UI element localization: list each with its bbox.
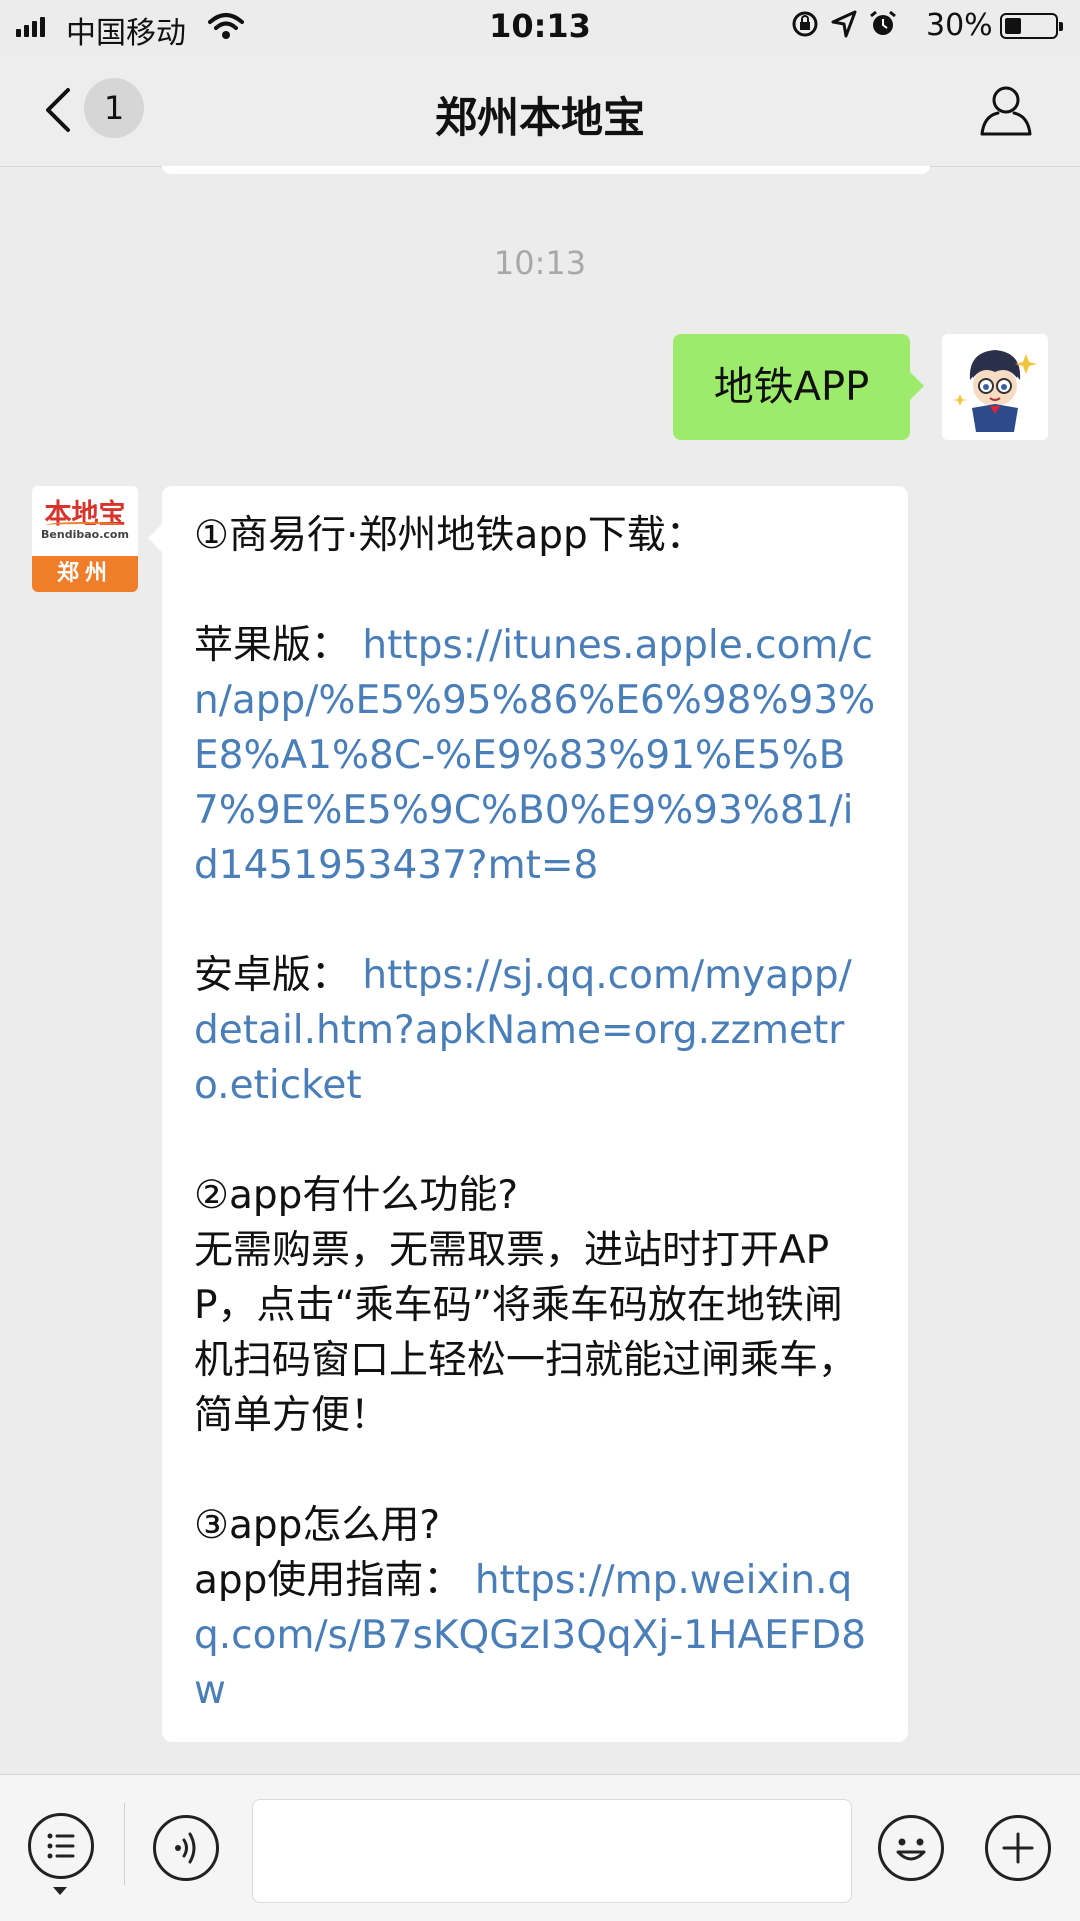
- alarm-icon: [870, 10, 896, 35]
- previous-message-bubble: [162, 166, 930, 174]
- android-download-line: 安卓版： https://sj.qq.com/myapp/detail.htm?…: [194, 948, 876, 1113]
- menu-dropdown-caret-icon: [53, 1887, 67, 1895]
- location-arrow-icon: [831, 10, 857, 38]
- message-input[interactable]: [252, 1799, 852, 1903]
- battery-percent: 30%: [926, 8, 993, 43]
- received-message-bubble[interactable]: ①商易行·郑州地铁app下载： 苹果版： https://itunes.appl…: [148, 486, 908, 1742]
- emoji-icon[interactable]: [878, 1815, 944, 1881]
- screen-rotation-lock-icon: [792, 11, 818, 37]
- cartoon-character-avatar-icon: [942, 334, 1048, 440]
- user-avatar[interactable]: [942, 334, 1048, 440]
- apple-label: 苹果版：: [194, 623, 351, 668]
- nav-bar: 1 郑州本地宝: [0, 54, 1080, 167]
- guide-line: app使用指南： https://mp.weixin.qq.com/s/B7sK…: [194, 1553, 876, 1718]
- message-text: ①商易行·郑州地铁app下载： 苹果版： https://itunes.appl…: [194, 508, 876, 1718]
- avatar-domain-text: Bendibao.com: [41, 528, 129, 541]
- guide-label: app使用指南：: [194, 1558, 463, 1603]
- sent-message-bubble[interactable]: 地铁APP: [673, 334, 924, 440]
- menu-list-icon[interactable]: [28, 1813, 94, 1879]
- official-account-avatar[interactable]: 本地宝 Bendibao.com 郑州: [32, 486, 138, 592]
- section-3-heading: ③app怎么用?: [194, 1503, 441, 1548]
- apple-download-line: 苹果版： https://itunes.apple.com/cn/app/%E5…: [194, 618, 876, 893]
- section-2-heading: ②app有什么功能?: [194, 1173, 519, 1218]
- android-label: 安卓版：: [194, 953, 351, 998]
- profile-icon[interactable]: [978, 82, 1034, 138]
- status-time: 10:13: [489, 7, 591, 45]
- status-bar: 中国移动 10:13 30%: [0, 0, 1080, 54]
- battery-icon: [1000, 13, 1063, 39]
- chat-input-bar: [0, 1774, 1080, 1921]
- section-2-body: 无需购票，无需取票，进站时打开APP，点击“乘车码”将乘车码放在地铁闸机扫码窗口…: [194, 1228, 858, 1438]
- voice-icon[interactable]: [153, 1815, 219, 1881]
- plus-icon[interactable]: [985, 1815, 1051, 1881]
- avatar-city-text: 郑州: [32, 556, 138, 592]
- section-1-heading: ①商易行·郑州地铁app下载：: [194, 513, 705, 558]
- message-timestamp: 10:13: [493, 244, 587, 282]
- chat-title: 郑州本地宝: [434, 93, 645, 142]
